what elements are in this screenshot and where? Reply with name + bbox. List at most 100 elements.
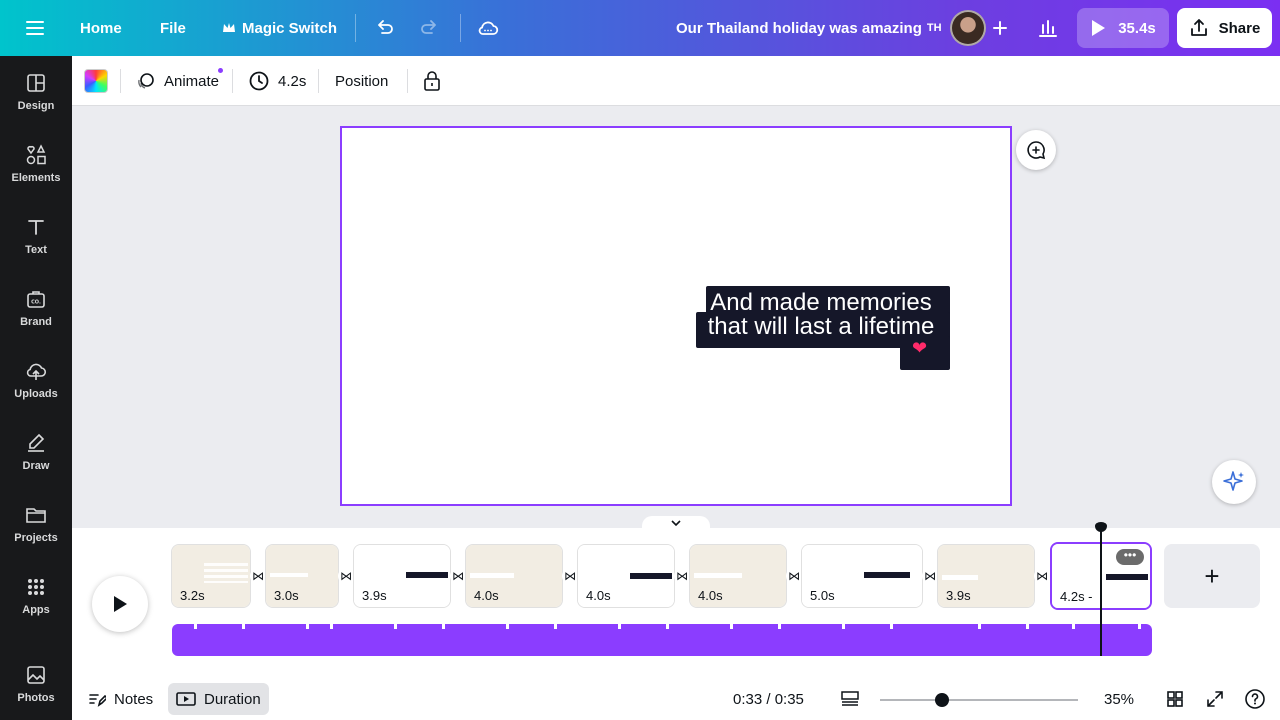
playhead[interactable] [1100,526,1102,656]
page-view-button[interactable] [840,678,860,720]
sidebar-item-design[interactable]: Design [0,56,72,128]
magic-switch-button[interactable]: Magic Switch [222,0,337,56]
sidebar-item-text[interactable]: Text [0,200,72,272]
clip-duration: 3.9s [946,588,971,603]
comment-button[interactable] [1016,130,1056,170]
page-duration-label: 4.2s [278,72,307,90]
uploads-icon [26,363,47,380]
sidebar-item-elements[interactable]: Elements [0,128,72,200]
time-readout: 0:33 / 0:35 [733,690,804,708]
timeline-clip[interactable]: 3.9s [937,544,1035,608]
sidebar-item-label: Text [25,244,47,256]
chevron-down-icon [671,520,681,527]
save-status-button[interactable] [468,8,508,48]
caption-text-box[interactable]: And made memories that will last a lifet… [696,286,950,370]
audio-beat-marker [330,624,333,629]
notes-button[interactable]: Notes [88,678,153,720]
apps-icon [28,579,44,595]
animate-icon [138,73,154,89]
clock-icon [249,71,269,91]
duration-label: Duration [204,690,261,708]
clip-duration: 3.9s [362,588,387,603]
zoom-slider-thumb[interactable] [935,693,949,707]
document-title[interactable]: Our Thailand holiday was amazing TH [676,0,942,56]
home-button[interactable]: Home [80,0,122,56]
timeline-play-button[interactable] [92,576,148,632]
add-page-button[interactable]: + [1164,544,1260,608]
audio-beat-marker [890,624,893,629]
share-label: Share [1218,19,1261,37]
transition-button[interactable]: ⋈ [338,568,354,584]
transition-button[interactable]: ⋈ [1034,568,1050,584]
timeline-clip[interactable]: 4.0s [577,544,675,608]
audio-beat-marker [506,624,509,629]
clip-duration: 3.0s [274,588,299,603]
audio-beat-marker [730,624,733,629]
draw-icon [28,433,45,452]
share-button[interactable]: Share [1177,8,1272,48]
page-duration-button[interactable]: 4.2s [248,56,306,106]
clip-thumb-text [470,573,514,578]
transition-icon: ⋈ [340,569,352,583]
help-button[interactable] [1244,678,1266,720]
magic-assistant-button[interactable] [1212,460,1256,504]
timeline-clip[interactable]: 5.0s [801,544,923,608]
sidebar-item-label: Design [17,100,55,112]
audio-beat-marker [554,624,557,629]
sidebar-item-uploads[interactable]: Uploads [0,344,72,416]
elements-icon [26,144,46,165]
document-title-text: Our Thailand holiday was amazing [676,19,922,37]
timeline-clip[interactable]: 3.0s [265,544,339,608]
document-title-flag: TH [926,22,942,34]
audio-beat-marker [442,624,445,629]
transition-button[interactable]: ⋈ [922,568,938,584]
duration-button[interactable]: Duration [168,683,269,715]
animate-button[interactable]: Animate [136,56,223,106]
fullscreen-button[interactable] [1206,678,1224,720]
transition-button[interactable]: ⋈ [562,568,578,584]
zoom-percentage-button[interactable]: 35% [1104,678,1134,720]
transition-icon: ⋈ [788,569,800,583]
sidebar-item-brand[interactable]: CO. Brand [0,272,72,344]
grid-view-button[interactable] [1166,678,1184,720]
timeline-clip[interactable]: 3.9s [353,544,451,608]
transition-button[interactable]: ⋈ [674,568,690,584]
transition-button[interactable]: ⋈ [450,568,466,584]
left-sidebar: Design Elements Text CO. Brand Uploads D… [0,56,72,720]
redo-button[interactable] [410,8,450,48]
top-bar: Home File Magic Switch Our Thailand holi… [0,0,1280,56]
sparkle-icon [1223,471,1244,491]
menu-button[interactable] [24,0,46,56]
audio-beat-marker [306,624,309,629]
audio-beat-marker [194,624,197,629]
transition-icon: ⋈ [1036,569,1048,583]
audio-beat-marker [1072,624,1075,629]
clip-duration: 4.2s - [1060,589,1093,604]
background-color-button[interactable] [84,56,108,106]
transition-button[interactable]: ⋈ [250,568,266,584]
lock-icon [424,71,440,91]
sidebar-item-photos[interactable]: Photos [0,648,72,720]
audio-track[interactable] [172,624,1152,656]
clip-more-button[interactable]: ••• [1116,549,1144,565]
sidebar-item-draw[interactable]: Draw [0,416,72,488]
undo-button[interactable] [364,8,404,48]
context-toolbar: Animate 4.2s Position [72,56,1280,106]
insights-button[interactable] [1028,8,1068,48]
sidebar-item-projects[interactable]: Projects [0,488,72,560]
timeline-clip[interactable]: 4.0s [689,544,787,608]
zoom-slider-track[interactable] [880,699,1078,701]
plus-icon [993,21,1007,35]
timeline-clip[interactable]: 3.2s [171,544,251,608]
timeline-clip[interactable]: 4.0s [465,544,563,608]
position-button[interactable]: Position [335,56,388,106]
sidebar-item-apps[interactable]: Apps [0,560,72,632]
lock-button[interactable] [422,56,442,106]
sidebar-item-label: Uploads [14,388,58,400]
clip-thumb-text [406,572,448,578]
add-collaborator-button[interactable] [980,8,1020,48]
divider [120,69,121,93]
file-menu-button[interactable]: File [160,0,186,56]
present-play-button[interactable]: 35.4s [1077,8,1169,48]
transition-button[interactable]: ⋈ [786,568,802,584]
